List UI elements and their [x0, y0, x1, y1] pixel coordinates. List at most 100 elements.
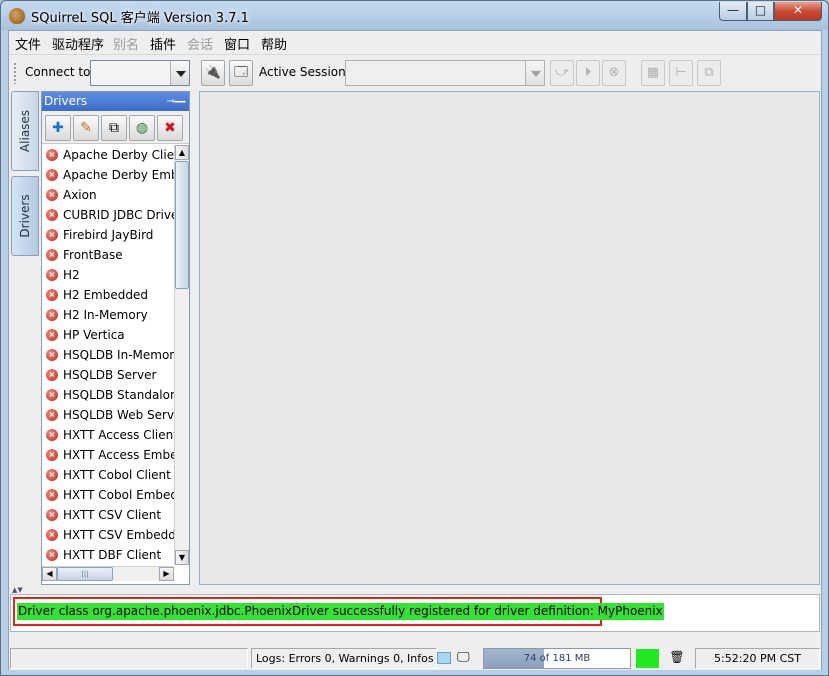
driver-name: HSQLDB Web Server: [63, 408, 174, 422]
minimize-panel-icon[interactable]: —: [174, 92, 186, 111]
scroll-left-icon[interactable]: ◀: [42, 567, 57, 581]
driver-list-item[interactable]: × HXTT Access Embedded: [42, 445, 174, 465]
connect-button[interactable]: 🔌: [201, 60, 225, 86]
error-icon: ×: [46, 349, 58, 361]
logs-status[interactable]: Logs: Errors 0, Warnings 0, Infos 42: [251, 648, 437, 669]
error-icon: ×: [46, 309, 58, 321]
drivers-panel-header[interactable]: Drivers ⊸ —: [42, 92, 189, 111]
drivers-panel-title: Drivers: [44, 94, 88, 108]
driver-list-item[interactable]: × CUBRID JDBC Driver: [42, 205, 174, 225]
split-divider[interactable]: [191, 91, 199, 585]
web-button[interactable]: ◍: [129, 115, 155, 141]
driver-name: HXTT Cobol Client: [63, 468, 171, 482]
title-bar[interactable]: SQuirreL SQL 客户端 Version 3.7.1 — □ ✕: [1, 1, 828, 30]
cancel-button[interactable]: ⊗: [602, 60, 626, 86]
driver-list-item[interactable]: × HSQLDB Web Server: [42, 405, 174, 425]
driver-name: HXTT Cobol Embedded: [63, 488, 174, 502]
driver-list-item[interactable]: × HXTT CSV Embedded: [42, 525, 174, 545]
copy-button[interactable]: ⧉: [697, 60, 721, 86]
edit-driver-icon: ✎: [80, 120, 92, 136]
hscroll-thumb[interactable]: |||: [57, 567, 113, 581]
tree-button[interactable]: ⊢: [669, 60, 693, 86]
tree-icon: ⊢: [675, 65, 687, 80]
chevron-down-icon[interactable]: [170, 61, 189, 85]
connect-to-combo[interactable]: [90, 60, 190, 86]
error-icon: ×: [46, 549, 58, 561]
driver-list-item[interactable]: × HXTT Cobol Client: [42, 465, 174, 485]
tab-aliases-label: Aliases: [18, 109, 32, 153]
menu-help[interactable]: 帮助: [261, 34, 287, 53]
delete-driver-button[interactable]: ✖: [157, 115, 183, 141]
memory-bar[interactable]: 74 of 181 MB: [483, 648, 631, 669]
horizontal-split-handle[interactable]: ▲▼: [9, 586, 821, 594]
error-icon: ×: [46, 189, 58, 201]
window-title: SQuirreL SQL 客户端 Version 3.7.1: [31, 11, 249, 26]
driver-list-item[interactable]: × HSQLDB In-Memory: [42, 345, 174, 365]
scroll-right-icon[interactable]: ▶: [159, 567, 174, 581]
chevron-down-icon[interactable]: [525, 61, 544, 85]
vscroll-thumb[interactable]: [175, 161, 189, 289]
drivers-panel: Drivers ⊸ — ✚ ✎ ⧉ ◍ ✖ × Apache Derby Cli…: [41, 91, 190, 585]
driver-list-vscroll[interactable]: ▲ ▼: [174, 145, 189, 565]
driver-list-item[interactable]: × H2: [42, 265, 174, 285]
play-button[interactable]: ⏵: [576, 60, 600, 86]
driver-list[interactable]: × Apache Derby Client × Apache Derby Embedd…: [42, 145, 174, 565]
driver-list-item[interactable]: × Apache Derby Embedded: [42, 165, 174, 185]
client-area: 文件 驱动程序 别名 插件 会话 窗口 帮助 Connect to: 🔌 🗔 A…: [8, 30, 822, 670]
driver-name: HXTT Access Embedded: [63, 448, 174, 462]
close-button[interactable]: ✕: [774, 2, 822, 21]
driver-list-item[interactable]: × HP Vertica: [42, 325, 174, 345]
menu-session[interactable]: 会话: [187, 34, 213, 53]
sql-button[interactable]: ▦: [641, 60, 665, 86]
driver-name: HXTT DBF Client: [63, 548, 162, 562]
delete-driver-icon: ✖: [164, 120, 176, 136]
driver-list-item[interactable]: × Apache Derby Client: [42, 145, 174, 165]
driver-list-item[interactable]: × HSQLDB Standalone: [42, 385, 174, 405]
menu-plugins[interactable]: 插件: [150, 34, 176, 53]
driver-list-item[interactable]: × Axion: [42, 185, 174, 205]
scroll-down-icon[interactable]: ▼: [175, 550, 189, 565]
error-icon: ×: [46, 469, 58, 481]
driver-name: Axion: [63, 188, 97, 202]
monitor-icon[interactable]: 🖵: [457, 650, 470, 665]
driver-name: HP Vertica: [63, 328, 125, 342]
driver-name: FrontBase: [63, 248, 123, 262]
edit-driver-button[interactable]: ✎: [73, 115, 99, 141]
tab-aliases[interactable]: Aliases: [11, 91, 39, 171]
menu-drivers[interactable]: 驱动程序: [52, 34, 104, 53]
highlight-marker: [636, 649, 659, 668]
status-message: Driver class org.apache.phoenix.jdbc.Pho…: [17, 603, 664, 620]
driver-list-item[interactable]: × H2 In-Memory: [42, 305, 174, 325]
driver-list-item[interactable]: × HSQLDB Server: [42, 365, 174, 385]
error-icon: ×: [46, 529, 58, 541]
garbage-collect-button[interactable]: 🗑: [665, 648, 689, 669]
driver-name: Apache Derby Embedded: [63, 168, 174, 182]
add-driver-button[interactable]: ✚: [45, 115, 71, 141]
tab-drivers[interactable]: Drivers: [11, 176, 39, 256]
menu-window[interactable]: 窗口: [224, 34, 250, 53]
menu-aliases[interactable]: 别名: [113, 34, 139, 53]
driver-list-hscroll[interactable]: ◀ ||| ▶: [42, 566, 174, 581]
driver-list-item[interactable]: × Firebird JayBird: [42, 225, 174, 245]
active-session-combo[interactable]: [345, 60, 545, 86]
squirrel-app-icon: [9, 8, 25, 24]
toolbar-grip-icon[interactable]: [13, 62, 17, 84]
driver-list-item[interactable]: × HXTT Access Client: [42, 425, 174, 445]
error-icon: ×: [46, 489, 58, 501]
driver-list-item[interactable]: × HXTT DBF Client: [42, 545, 174, 565]
new-session-button[interactable]: 🗔: [229, 60, 253, 86]
menu-file[interactable]: 文件: [15, 34, 41, 53]
driver-list-item[interactable]: × H2 Embedded: [42, 285, 174, 305]
driver-list-item[interactable]: × HXTT Cobol Embedded: [42, 485, 174, 505]
driver-list-item[interactable]: × HXTT CSV Client: [42, 505, 174, 525]
web-icon: ◍: [135, 120, 149, 136]
error-icon: ×: [46, 429, 58, 441]
driver-name: HXTT CSV Client: [63, 508, 162, 522]
driver-list-item[interactable]: × FrontBase: [42, 245, 174, 265]
scroll-up-icon[interactable]: ▲: [175, 145, 189, 160]
minimize-button[interactable]: —: [719, 2, 747, 21]
maximize-button[interactable]: □: [747, 2, 774, 21]
run-button[interactable]: ⤻: [550, 60, 574, 86]
copy-driver-button[interactable]: ⧉: [101, 115, 127, 141]
copy-driver-icon: ⧉: [109, 120, 119, 136]
